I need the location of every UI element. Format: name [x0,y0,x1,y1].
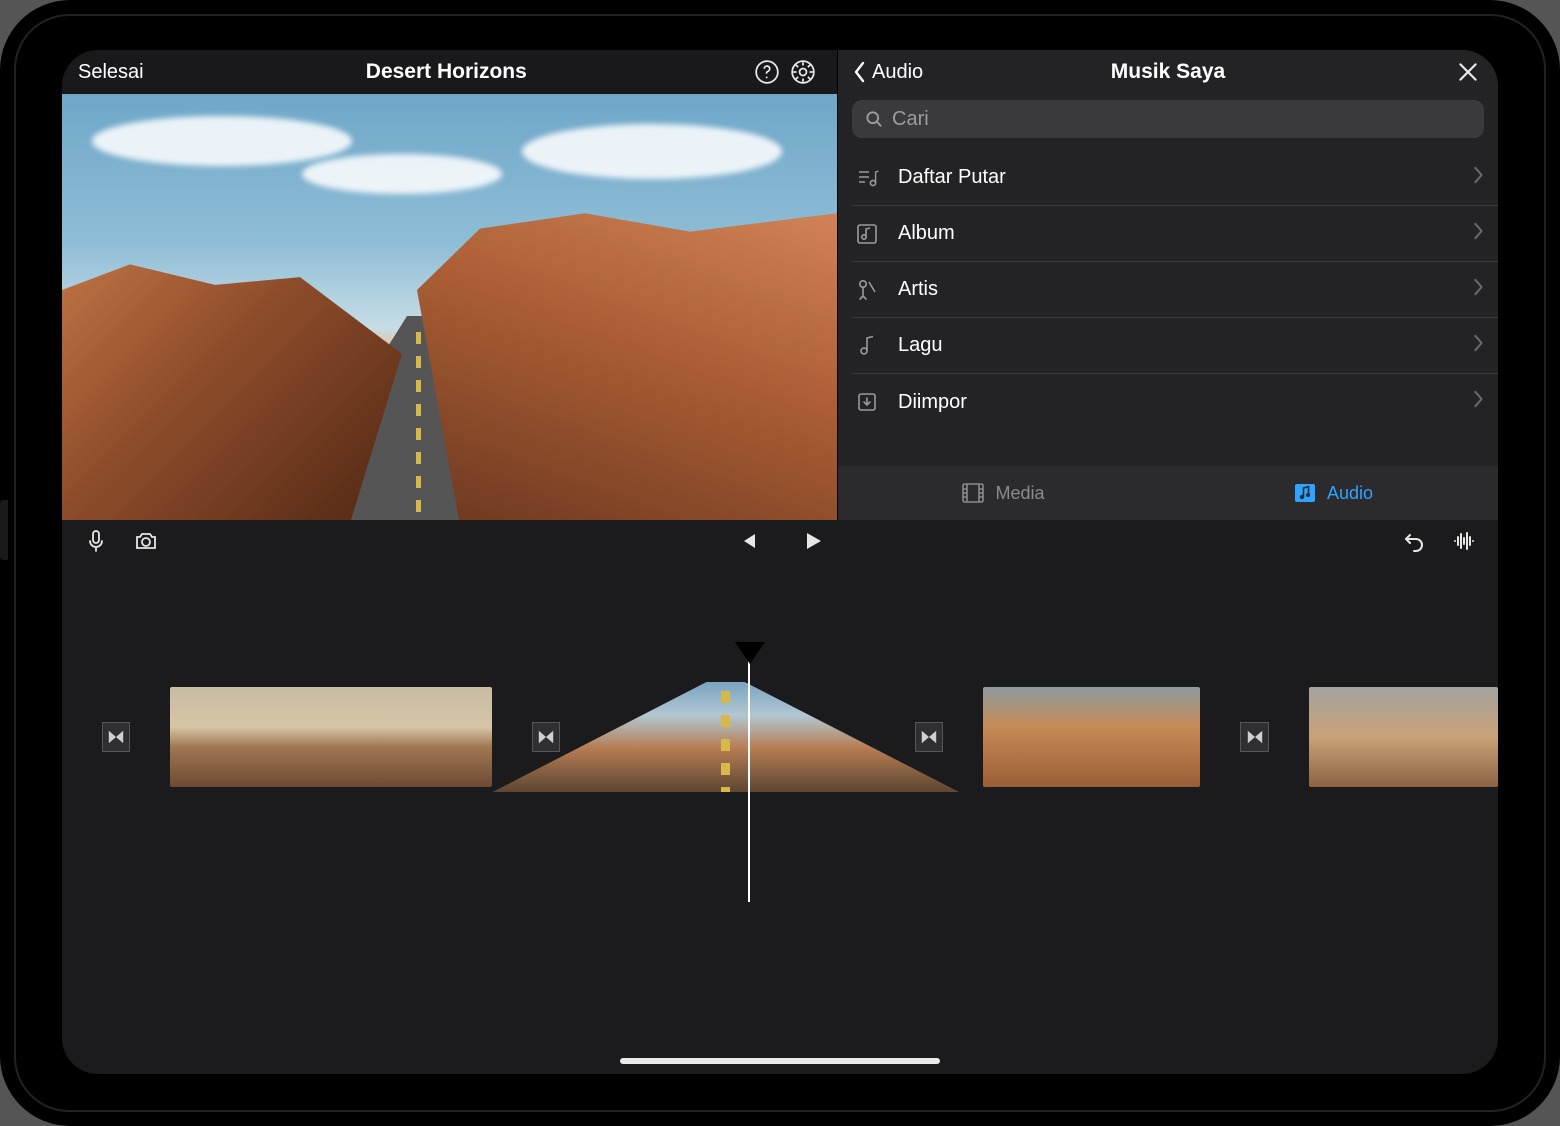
help-button[interactable] [749,54,785,90]
project-title: Desert Horizons [144,60,749,84]
category-playlists[interactable]: Daftar Putar [852,150,1498,206]
undo-button[interactable] [1396,523,1432,559]
search-input[interactable] [892,108,1472,131]
chevron-left-icon [850,60,870,84]
play-button[interactable] [795,523,831,559]
download-icon [855,390,879,414]
album-icon [855,222,879,246]
preview-column: Selesai Desert Horizons [62,50,837,520]
hardware-side-button [0,500,8,560]
back-label: Audio [872,61,923,84]
category-label: Album [898,222,955,245]
chevron-right-icon [1472,334,1484,352]
transition-icon [537,728,555,746]
camera-icon [134,529,158,553]
tab-media[interactable]: Media [838,466,1168,520]
chevron-right-icon [1472,278,1484,296]
transition-marker[interactable] [532,722,560,752]
tab-label: Media [995,483,1044,504]
microphone-icon [84,529,108,553]
search-icon [864,109,884,129]
filmstrip-icon [961,482,985,504]
playlist-icon [855,166,879,190]
panel-tabs: Media Audio [838,466,1498,520]
ipad-bezel: Selesai Desert Horizons [14,14,1546,1112]
transition-marker[interactable] [915,722,943,752]
category-artists[interactable]: Artis [852,262,1498,318]
search-field[interactable] [852,100,1484,138]
timeline[interactable] [62,562,1498,1074]
category-label: Daftar Putar [898,166,1006,189]
category-imported[interactable]: Diimpor [852,374,1498,430]
category-albums[interactable]: Album [852,206,1498,262]
timeline-clip[interactable] [600,687,874,787]
timeline-clip[interactable] [1309,687,1498,787]
camera-button[interactable] [128,523,164,559]
audio-icon [1293,482,1317,504]
category-label: Artis [898,278,938,301]
transport-toolbar [62,520,1498,562]
close-panel-button[interactable] [1450,54,1486,90]
ipad-device: Selesai Desert Horizons [0,0,1560,1126]
preview-header: Selesai Desert Horizons [62,50,837,94]
back-button[interactable]: Audio [850,60,923,84]
category-list: Daftar Putar Album Artis [838,150,1498,466]
gear-icon [790,59,816,85]
song-icon [855,334,879,358]
transition-icon [1246,728,1264,746]
settings-button[interactable] [785,54,821,90]
video-track[interactable] [102,682,1498,792]
timeline-clip[interactable] [983,687,1200,787]
skip-back-icon [735,529,759,553]
chevron-right-icon [1472,222,1484,240]
tab-audio[interactable]: Audio [1168,466,1498,520]
skip-back-button[interactable] [729,523,765,559]
help-icon [754,59,780,85]
play-icon [801,529,825,553]
playhead[interactable] [748,646,750,902]
app-screen: Selesai Desert Horizons [62,50,1498,1074]
done-button[interactable]: Selesai [78,61,144,84]
transition-marker[interactable] [102,722,130,752]
panel-title: Musik Saya [838,60,1498,84]
media-browser-panel: Audio Musik Saya Daf [837,50,1498,520]
chevron-right-icon [1472,390,1484,408]
transition-icon [107,728,125,746]
record-voiceover-button[interactable] [78,523,114,559]
tab-label: Audio [1327,483,1373,504]
chevron-right-icon [1472,166,1484,184]
category-label: Diimpor [898,391,967,414]
video-preview[interactable] [62,94,837,520]
category-label: Lagu [898,334,943,357]
transition-icon [920,728,938,746]
close-icon [1455,59,1481,85]
waveform-icon [1452,529,1476,553]
panel-header: Audio Musik Saya [838,50,1498,94]
undo-icon [1402,529,1426,553]
category-songs[interactable]: Lagu [852,318,1498,374]
artist-icon [855,278,879,302]
transition-marker[interactable] [1240,722,1268,752]
home-indicator[interactable] [620,1058,940,1064]
preview-frame [62,94,837,520]
timeline-clip[interactable] [170,687,491,787]
audio-waveform-button[interactable] [1446,523,1482,559]
